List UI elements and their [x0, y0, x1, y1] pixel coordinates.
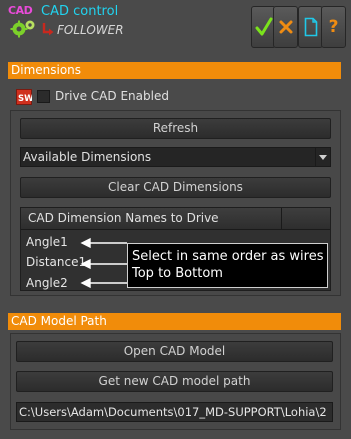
follower-icon [42, 23, 54, 36]
table-header-cell: CAD Dimension Names to Drive [21, 208, 282, 229]
available-dimensions-value: Available Dimensions [23, 150, 152, 164]
document-icon [304, 17, 317, 37]
cad-logo: CAD [8, 4, 38, 38]
help-icon: ? [328, 17, 339, 37]
solidworks-icon: SW [16, 89, 32, 105]
subtitle: FOLLOWER [57, 23, 124, 37]
gears-icon [10, 20, 35, 38]
drive-cad-checkbox[interactable] [37, 90, 50, 103]
model-path-field[interactable]: C:\Users\Adam\Documents\017_MD-SUPPORT\L… [16, 402, 333, 422]
new-document-button[interactable] [298, 6, 323, 48]
get-new-path-button[interactable]: Get new CAD model path [16, 371, 333, 392]
x-icon [279, 20, 292, 34]
help-button[interactable]: ? [321, 6, 346, 48]
callout-line-2: Top to Bottom [132, 266, 223, 281]
callout-line-1: Select in same order as wires [132, 249, 324, 264]
drive-cad-label: Drive CAD Enabled [55, 89, 169, 103]
table-row[interactable]: Distance1 [26, 255, 86, 269]
svg-text:SW: SW [18, 94, 32, 104]
cancel-button[interactable] [273, 6, 298, 48]
table-row[interactable]: Angle1 [26, 235, 68, 249]
dimensions-section-header: Dimensions [8, 62, 341, 79]
check-icon [255, 17, 272, 36]
model-path-section-header: CAD Model Path [8, 313, 341, 330]
table-header: CAD Dimension Names to Drive [21, 208, 330, 230]
clear-dimensions-button[interactable]: Clear CAD Dimensions [20, 177, 331, 198]
available-dimensions-select[interactable]: Available Dimensions [20, 147, 331, 167]
table-row[interactable]: Angle2 [26, 276, 68, 290]
refresh-button[interactable]: Refresh [20, 118, 331, 139]
panel-header: CAD CAD control FOLLOWER ? [0, 0, 351, 58]
open-cad-model-button[interactable]: Open CAD Model [16, 341, 333, 362]
drive-cad-row: SW Drive CAD Enabled [16, 88, 216, 106]
logo-text: CAD [8, 4, 33, 17]
app-title: CAD control [41, 4, 119, 19]
chevron-down-icon[interactable] [315, 148, 330, 166]
instruction-callout: Select in same order as wires Top to Bot… [127, 243, 328, 288]
